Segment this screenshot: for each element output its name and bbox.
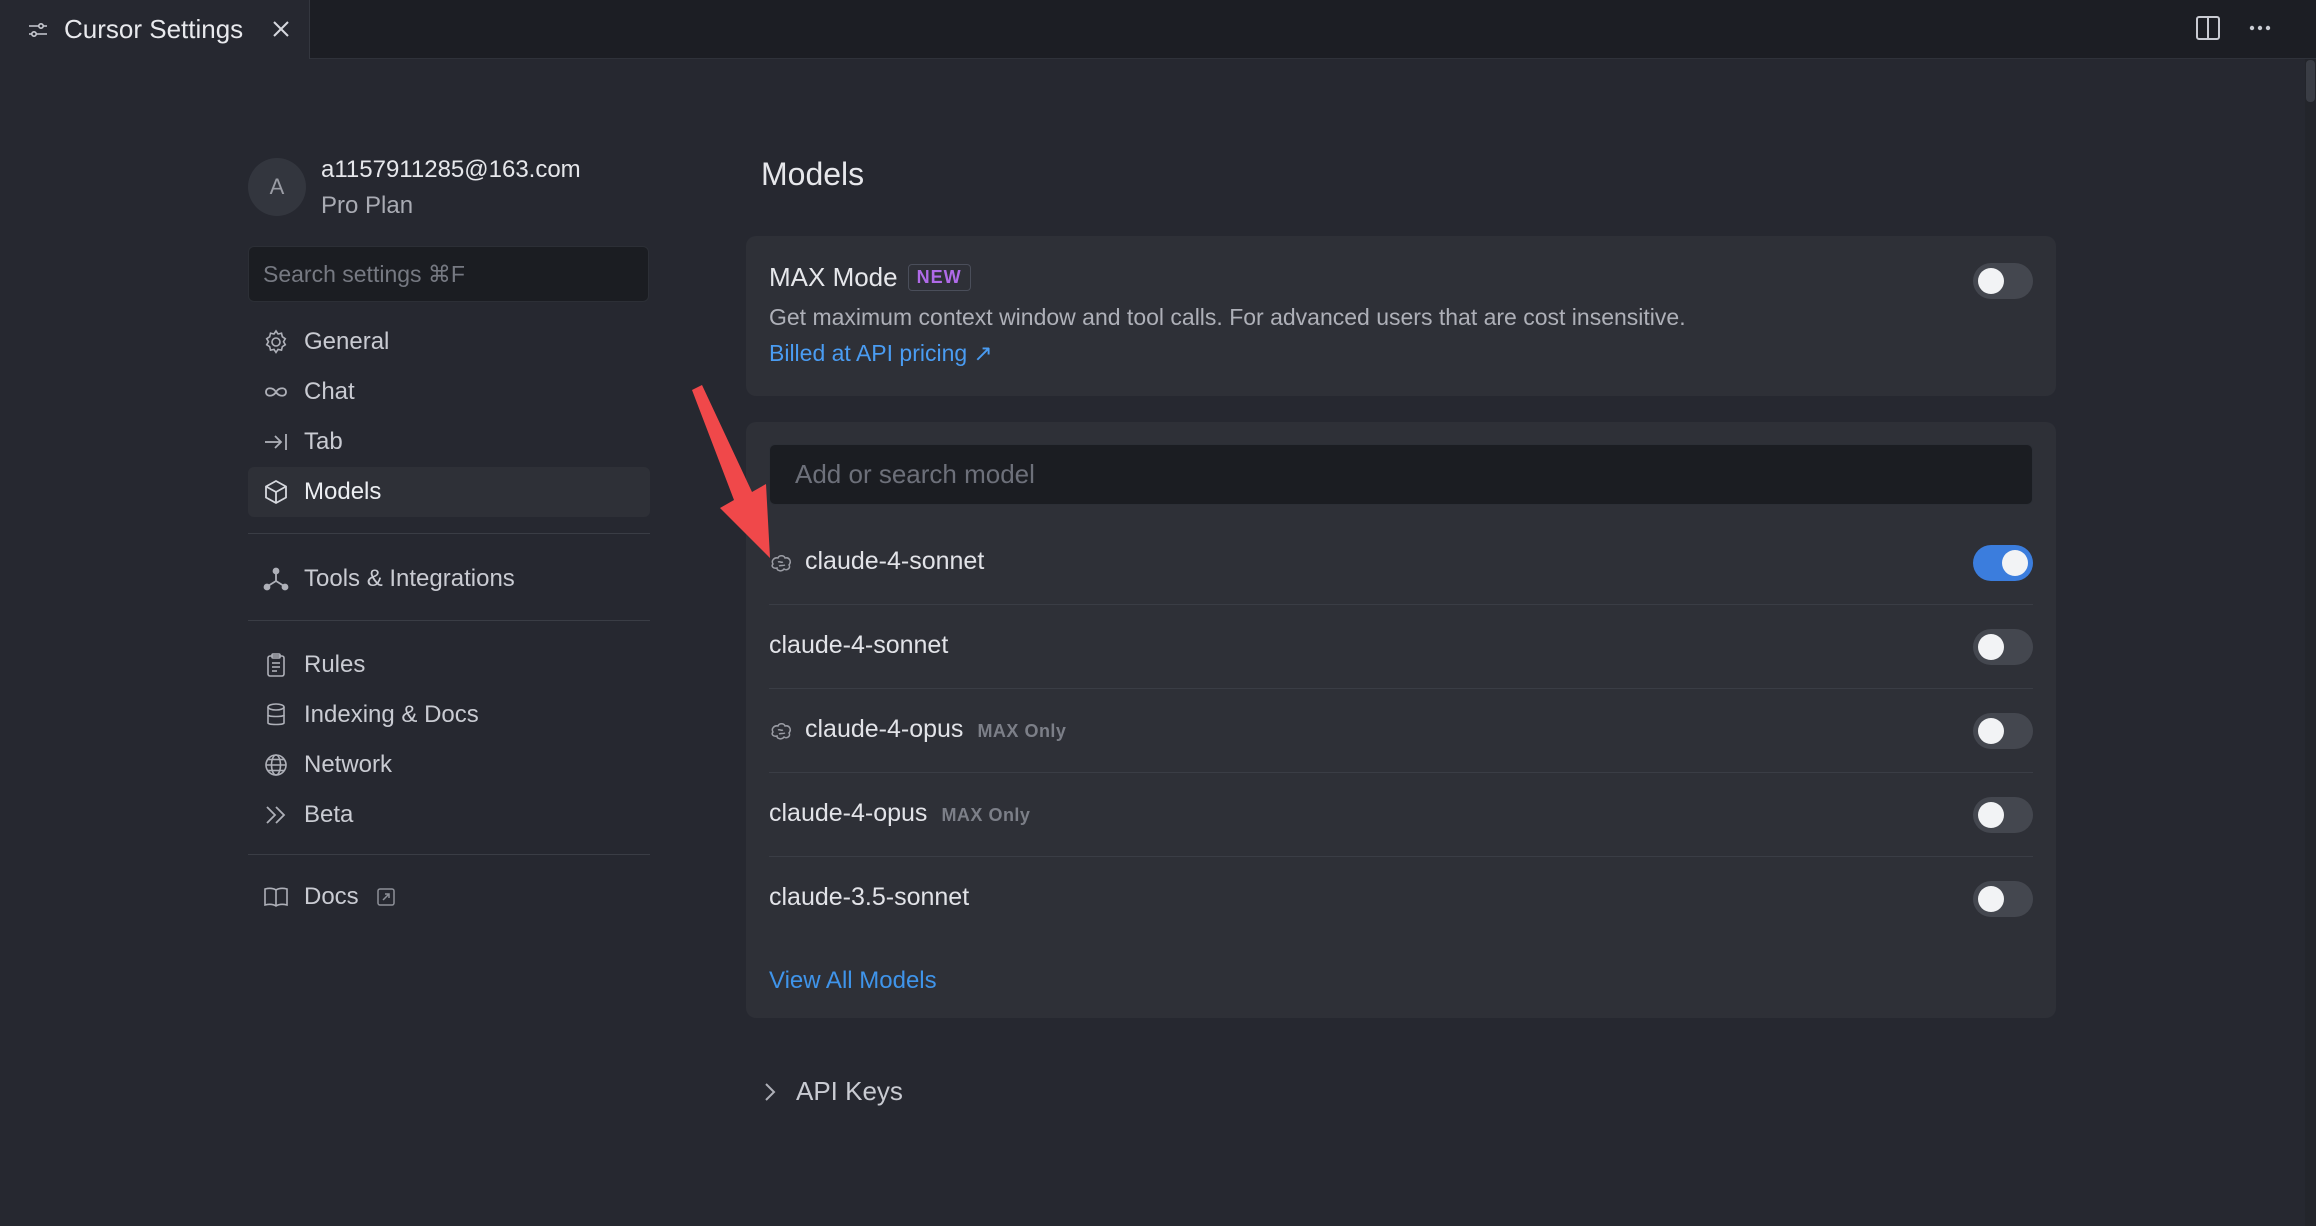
account-info: A a1157911285@163.com Pro Plan: [248, 150, 650, 240]
sidebar-item-network[interactable]: Network: [248, 740, 650, 790]
sidebar-item-models[interactable]: Models: [248, 467, 650, 517]
model-toggle-claude-3-5-sonnet[interactable]: [1973, 881, 2033, 917]
database-icon: [267, 703, 285, 726]
divider: [248, 620, 650, 621]
model-name: claude-4-sonnet: [769, 631, 948, 660]
max-mode-card: MAX Mode NEW Get maximum context window …: [746, 236, 2056, 396]
tab-title: Cursor Settings: [64, 14, 244, 44]
sidebar-item-chat[interactable]: Chat: [248, 367, 650, 417]
brain-icon: [771, 723, 791, 740]
model-toggle-claude-4-opus-thinking[interactable]: [1973, 713, 2033, 749]
close-icon[interactable]: [266, 14, 296, 44]
model-name-text: claude-4-opus: [805, 715, 964, 743]
arrow-right-to-bar-icon: [265, 434, 287, 450]
nav-group-main: General Chat Tab Models: [248, 317, 650, 517]
split-editor-icon[interactable]: [2188, 8, 2228, 48]
add-search-model-input[interactable]: Add or search model: [769, 444, 2033, 505]
cube-icon: [265, 479, 287, 505]
book-icon: [264, 887, 288, 907]
max-mode-toggle[interactable]: [1973, 263, 2033, 299]
view-all-models-link[interactable]: View All Models: [769, 967, 937, 995]
model-name-text: claude-4-sonnet: [769, 631, 949, 659]
scrollbar-thumb[interactable]: [2306, 60, 2315, 102]
tab-bar: Cursor Settings: [0, 0, 2316, 59]
divider: [248, 854, 650, 855]
sidebar-item-label: Network: [304, 751, 393, 778]
nodes-icon: [263, 567, 289, 591]
external-link-icon: [376, 888, 395, 906]
max-only-label: MAX Only: [941, 805, 1031, 825]
sidebar-item-tools-integrations[interactable]: Tools & Integrations: [248, 554, 650, 604]
infinity-icon: [265, 387, 287, 397]
max-mode-label: MAX Mode: [769, 262, 898, 292]
max-mode-description: Get maximum context window and tool call…: [769, 304, 1686, 330]
sidebar-item-general[interactable]: General: [248, 317, 650, 367]
api-pricing-link[interactable]: Billed at API pricing ↗: [769, 340, 993, 367]
sidebar-item-label: Models: [304, 478, 382, 505]
clipboard-icon: [267, 653, 285, 677]
gear-icon: [265, 329, 287, 354]
model-name: claude-3.5-sonnet: [769, 883, 969, 912]
sidebar-item-rules[interactable]: Rules: [248, 640, 650, 690]
divider: [248, 533, 650, 534]
model-toggle-claude-4-opus[interactable]: [1973, 797, 2033, 833]
page-title: Models: [761, 156, 865, 192]
model-row: claude-4-opus MAX Only: [769, 689, 2033, 773]
scrollbar-track[interactable]: [2305, 59, 2316, 1226]
max-only-label: MAX Only: [977, 721, 1067, 741]
settings-sliders-icon: [29, 22, 47, 37]
tab-cursor-settings[interactable]: Cursor Settings: [0, 0, 310, 59]
models-card: Add or search model claude-4-sonnet clau…: [746, 422, 2056, 1018]
sidebar-item-indexing-docs[interactable]: Indexing & Docs: [248, 690, 650, 740]
api-keys-label: API Keys: [796, 1076, 903, 1106]
sidebar-item-label: Rules: [304, 651, 366, 678]
model-name-text: claude-3.5-sonnet: [769, 883, 970, 911]
model-toggle-claude-4-sonnet[interactable]: [1973, 629, 2033, 665]
sidebar-item-docs[interactable]: Docs: [248, 872, 650, 922]
sidebar-item-tab[interactable]: Tab: [248, 417, 650, 467]
sidebar-item-label: Indexing & Docs: [304, 701, 479, 728]
model-row: claude-3.5-sonnet: [769, 857, 2033, 941]
model-name: claude-4-opus MAX Only: [805, 715, 1066, 744]
sidebar-item-label: General: [304, 328, 390, 355]
more-actions-icon[interactable]: [2240, 8, 2280, 48]
sidebar-item-label: Docs: [304, 883, 359, 910]
model-row: claude-4-opus MAX Only: [769, 773, 2033, 857]
new-badge: NEW: [907, 264, 971, 291]
model-name: claude-4-opus MAX Only: [769, 799, 1030, 828]
model-name-text: claude-4-sonnet: [805, 547, 985, 575]
sidebar-item-label: Tab: [304, 428, 343, 455]
max-mode-title: MAX Mode NEW: [769, 262, 971, 293]
sidebar-item-label: Chat: [304, 378, 355, 405]
sidebar-item-beta[interactable]: Beta: [248, 790, 650, 840]
account-email: a1157911285@163.com: [321, 156, 581, 183]
model-name-text: claude-4-opus: [769, 799, 928, 827]
annotation-arrow-icon: [692, 385, 770, 558]
model-row: claude-4-sonnet: [769, 521, 2033, 605]
settings-sidebar: A a1157911285@163.com Pro Plan Search se…: [248, 150, 650, 910]
globe-icon: [265, 754, 287, 776]
nav-group-config: Rules Indexing & Docs Network Beta: [248, 640, 650, 840]
chevron-right-icon: [765, 1082, 776, 1101]
model-row: claude-4-sonnet: [769, 605, 2033, 689]
double-chevron-icon: [266, 806, 286, 824]
search-settings-input[interactable]: Search settings ⌘F: [248, 246, 649, 302]
account-plan: Pro Plan: [321, 192, 414, 219]
model-name: claude-4-sonnet: [805, 547, 984, 576]
model-toggle-claude-4-sonnet-thinking[interactable]: [1973, 545, 2033, 581]
avatar: A: [248, 158, 306, 216]
sidebar-item-label: Beta: [304, 801, 354, 828]
nav-group-docs: Docs: [248, 872, 650, 922]
sidebar-item-label: Tools & Integrations: [304, 565, 515, 592]
nav-group-tools: Tools & Integrations: [248, 554, 650, 604]
api-keys-section-toggle[interactable]: API Keys: [758, 1076, 903, 1107]
